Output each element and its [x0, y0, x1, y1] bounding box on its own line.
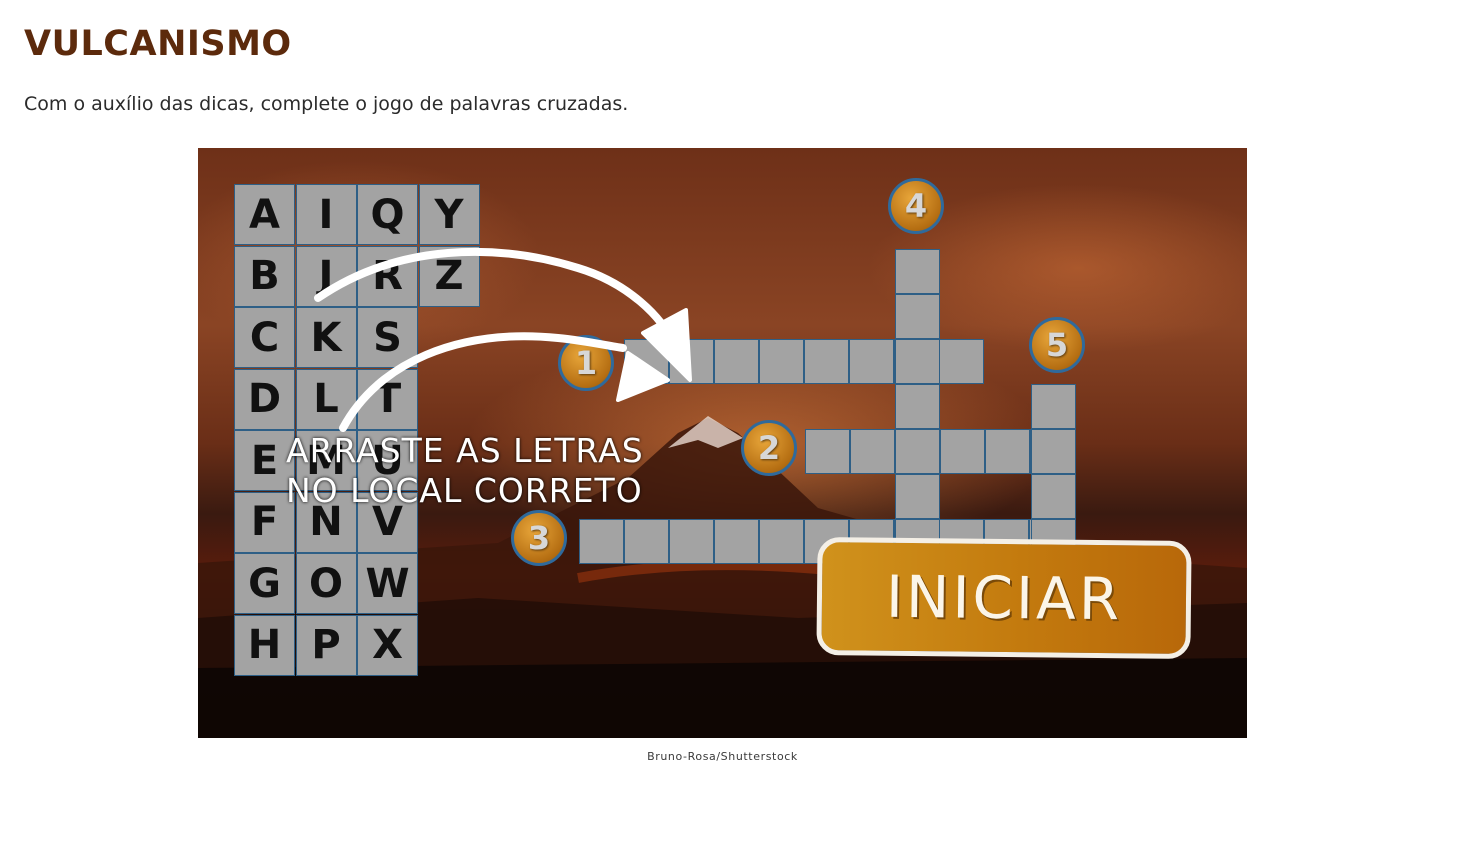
- letter-tile-b[interactable]: B: [234, 245, 295, 307]
- crossword-cell-3-5[interactable]: [759, 519, 804, 564]
- crossword-cell-1-2[interactable]: [669, 339, 714, 384]
- letter-tile-d[interactable]: D: [234, 368, 295, 430]
- crossword-cell-2-5[interactable]: [985, 429, 1030, 474]
- crossword-cell-3-1[interactable]: [579, 519, 624, 564]
- drag-instruction-text: ARRASTE AS LETRAS NO LOCAL CORRETO: [286, 431, 644, 510]
- crossword-cell-5-2[interactable]: [1031, 429, 1076, 474]
- crossword-cell-2-2[interactable]: [850, 429, 895, 474]
- crossword-cell-5-1[interactable]: [1031, 384, 1076, 429]
- letter-tile-x[interactable]: X: [357, 614, 418, 676]
- crossword-cell-3-4[interactable]: [714, 519, 759, 564]
- crossword-cell-1-1[interactable]: [624, 339, 669, 384]
- clue-badge-4[interactable]: 4: [888, 178, 944, 234]
- letter-tile-k[interactable]: K: [295, 307, 357, 368]
- letter-tile-r[interactable]: R: [357, 245, 418, 307]
- game-stage: AIQYBJRZCKSDLTEMUFNVGOWHPX 1 2 3 4 5 ARR…: [198, 148, 1247, 738]
- letter-tile-p[interactable]: P: [295, 614, 357, 676]
- letter-tile-s[interactable]: S: [357, 307, 418, 368]
- instruction-text: Com o auxílio das dicas, complete o jogo…: [24, 93, 629, 115]
- letter-tile-z[interactable]: Z: [418, 245, 480, 307]
- crossword-cell-4-2[interactable]: [895, 294, 940, 339]
- letter-tile-i[interactable]: I: [295, 184, 357, 245]
- crossword-cell-1-8[interactable]: [939, 339, 984, 384]
- crossword-cell-2-4[interactable]: [940, 429, 985, 474]
- crossword-cell-1-4[interactable]: [759, 339, 804, 384]
- letter-tile-y[interactable]: Y: [418, 184, 480, 245]
- crossword-cell-1-3[interactable]: [714, 339, 759, 384]
- clue-badge-5[interactable]: 5: [1029, 317, 1085, 373]
- start-button[interactable]: INICIAR: [816, 537, 1192, 659]
- image-credit: Bruno-Rosa/Shutterstock: [647, 750, 798, 763]
- page-title: VULCANISMO: [24, 24, 292, 64]
- crossword-cell-4-6[interactable]: [895, 474, 940, 519]
- crossword-cell-4-3[interactable]: [895, 339, 940, 384]
- letter-tile-o[interactable]: O: [295, 553, 357, 614]
- letter-tile-l[interactable]: L: [295, 368, 357, 430]
- clue-badge-2[interactable]: 2: [741, 420, 797, 476]
- crossword-cell-2-1[interactable]: [805, 429, 850, 474]
- crossword-cell-4-1[interactable]: [895, 249, 940, 294]
- crossword-cell-1-6[interactable]: [849, 339, 894, 384]
- clue-badge-1[interactable]: 1: [558, 335, 614, 391]
- letter-tile-c[interactable]: C: [234, 307, 295, 368]
- letter-tile-q[interactable]: Q: [357, 184, 418, 245]
- letter-tile-a[interactable]: A: [234, 184, 295, 245]
- crossword-cell-4-4[interactable]: [895, 384, 940, 429]
- clue-badge-3[interactable]: 3: [511, 510, 567, 566]
- crossword-cell-3-3[interactable]: [669, 519, 714, 564]
- letter-tile-g[interactable]: G: [234, 553, 295, 614]
- crossword-cell-5-3[interactable]: [1031, 474, 1076, 519]
- crossword-cell-4-5[interactable]: [895, 429, 940, 474]
- letter-tile-t[interactable]: T: [357, 368, 418, 430]
- letter-tile-j[interactable]: J: [295, 245, 357, 307]
- letter-tile-w[interactable]: W: [357, 553, 418, 614]
- letter-tile-h[interactable]: H: [234, 614, 295, 676]
- crossword-cell-3-2[interactable]: [624, 519, 669, 564]
- crossword-cell-1-5[interactable]: [804, 339, 849, 384]
